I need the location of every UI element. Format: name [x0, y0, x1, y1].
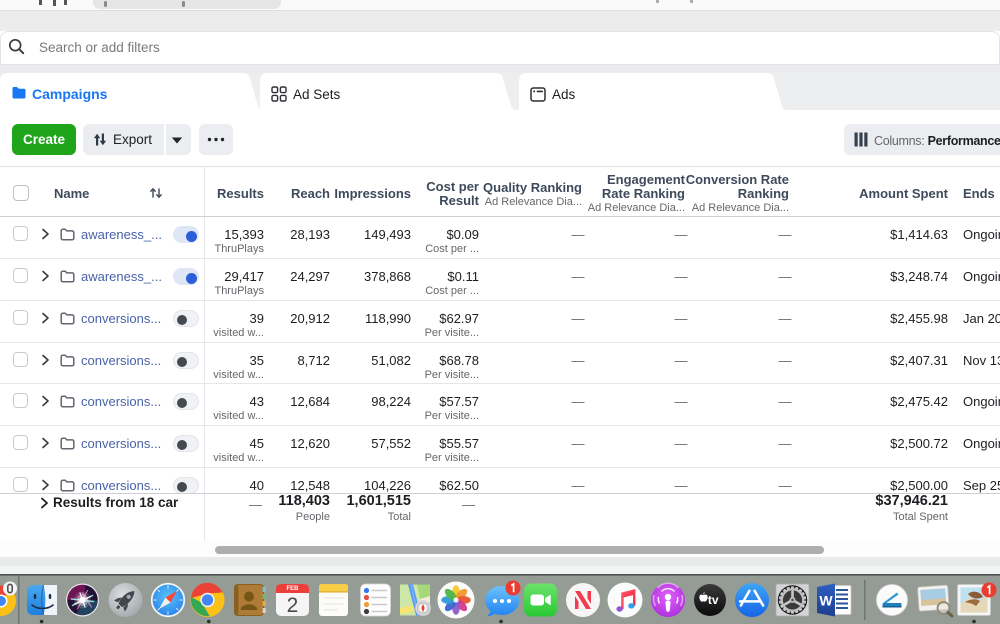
svg-text:FEB: FEB [287, 586, 300, 592]
svg-text:tv: tv [708, 593, 719, 607]
svg-text:W: W [819, 593, 833, 609]
svg-text:2: 2 [287, 594, 299, 617]
